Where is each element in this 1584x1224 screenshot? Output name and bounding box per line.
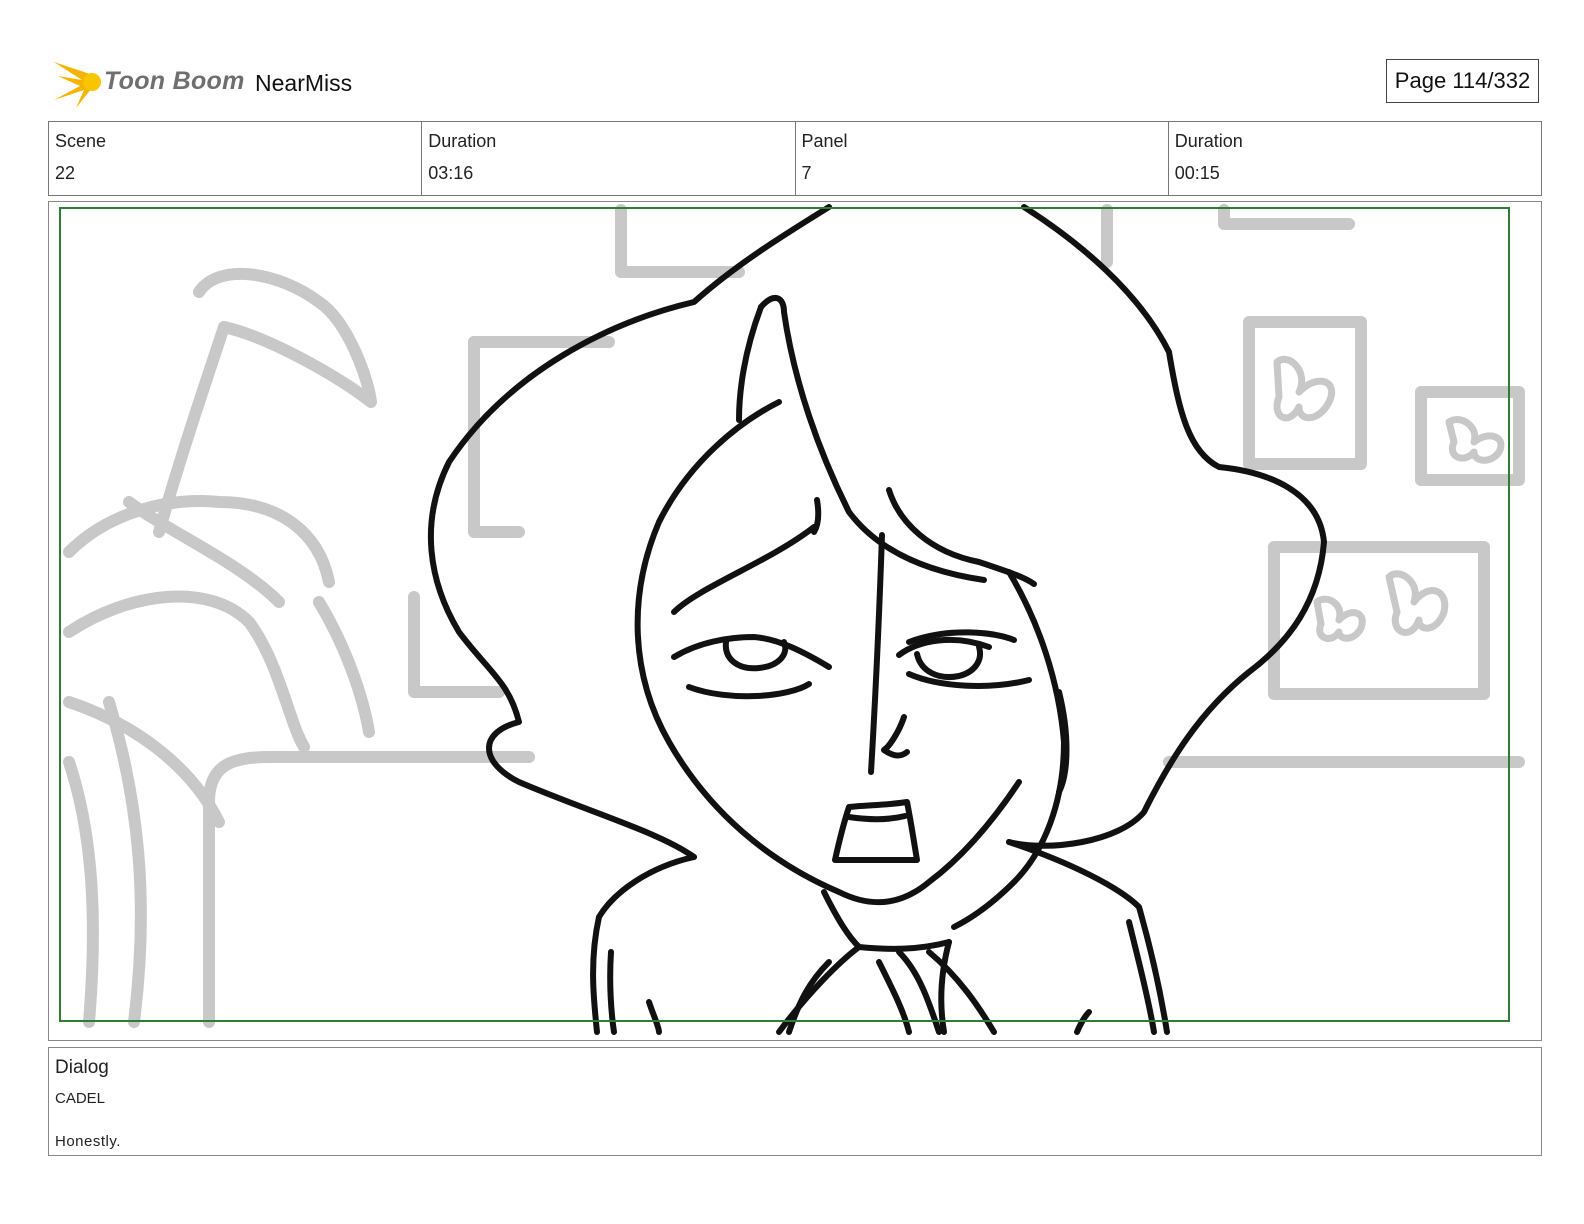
project-title: NearMiss (255, 70, 353, 96)
scene-duration-label: Duration (428, 131, 497, 151)
scene-value: 22 (55, 163, 76, 183)
panel-value: 7 (801, 163, 812, 183)
scene-cell: Scene 22 (49, 122, 423, 195)
logo-text: Toon Boom (104, 67, 245, 95)
scene-info-table: Scene 22 Duration 03:16 Panel 7 Duration… (48, 121, 1542, 196)
panel-label: Panel (801, 131, 848, 151)
panel-cell: Panel 7 (796, 122, 1169, 195)
page-indicator: Page 114/332 (1386, 59, 1539, 103)
toon-boom-logo: Toon Boom (52, 56, 252, 110)
panel-duration-cell: Duration 00:15 (1169, 122, 1541, 195)
dialog-section: Dialog CADEL Honestly. (48, 1047, 1542, 1156)
header: Toon Boom NearMiss (52, 56, 1542, 110)
dialog-label: Dialog (55, 1057, 109, 1078)
character-sketch (427, 204, 1327, 1035)
dialog-character-name: CADEL (55, 1090, 106, 1107)
panel-drawing (59, 204, 1525, 1035)
scene-duration-value: 03:16 (428, 163, 474, 183)
scene-label: Scene (55, 131, 107, 151)
dialog-line: Honestly. (55, 1133, 121, 1150)
toon-boom-star-icon (54, 62, 101, 108)
scene-duration-cell: Duration 03:16 (422, 122, 796, 195)
panel-duration-label: Duration (1174, 131, 1243, 151)
storyboard-panel-image (48, 201, 1542, 1041)
panel-duration-value: 00:15 (1174, 163, 1220, 183)
